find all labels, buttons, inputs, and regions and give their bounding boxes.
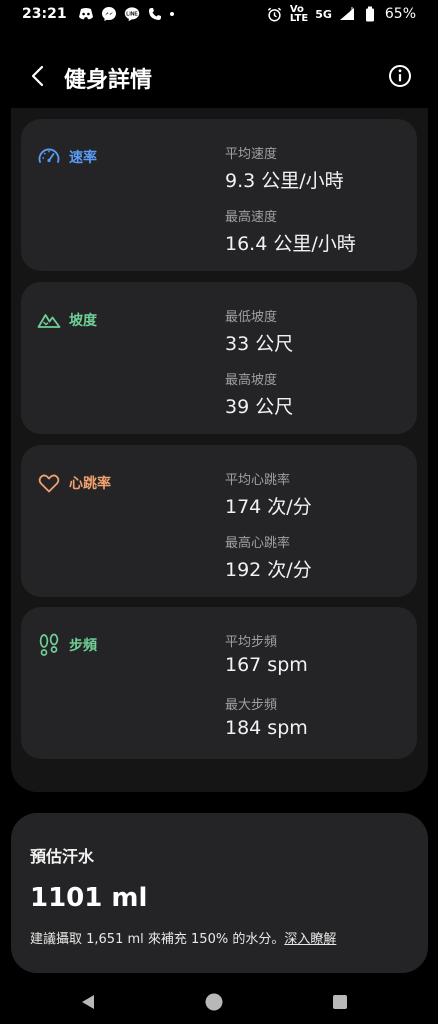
page-title: 健身詳情 [64, 68, 153, 93]
circle-home-icon [205, 993, 223, 1011]
metric-label-cadence: 步頻 [37, 633, 97, 657]
stat-label: 平均速度 [225, 147, 278, 162]
battery-percentage: 65% [384, 6, 416, 22]
metric-name: 步頻 [69, 638, 97, 654]
nav-home-button[interactable] [202, 990, 226, 1014]
stat-avg-heart-rate: 平均心跳率 174 次/分 [225, 469, 312, 519]
volte-bottom: LTE [289, 13, 309, 24]
info-icon [389, 65, 411, 87]
back-button[interactable] [24, 62, 52, 90]
metric-label-heart-rate: 心跳率 [37, 471, 111, 495]
metric-card-speed: 速率 平均速度 9.3 公里/小時 最高速度 16.4 公里/小時 [21, 119, 417, 271]
stat-max-speed: 最高速度 16.4 公里/小時 [225, 206, 356, 256]
metric-name: 坡度 [69, 313, 97, 329]
stat-label: 平均步頻 [225, 635, 278, 650]
stat-max-heart-rate: 最高心跳率 192 次/分 [225, 532, 312, 582]
workout-detail-panel: 速率 平均速度 9.3 公里/小時 最高速度 16.4 公里/小時 坡度 最低坡… [11, 108, 428, 792]
sweat-note: 建議攝取 1,651 ml 來補充 150% 的水分。深入瞭解 [30, 928, 336, 947]
stat-avg-cadence: 平均步頻 167 spm [225, 631, 308, 676]
stat-label: 最高心跳率 [225, 536, 291, 551]
nav-recents-button[interactable] [328, 990, 352, 1014]
metric-label-speed: 速率 [37, 145, 97, 169]
metric-card-heart-rate: 心跳率 平均心跳率 174 次/分 最高心跳率 192 次/分 [21, 445, 417, 597]
svg-text:LINE: LINE [126, 11, 138, 17]
chevron-left-icon [31, 65, 44, 87]
line-icon: LINE [124, 6, 140, 22]
network-type: 5G [315, 7, 332, 21]
speedometer-icon [37, 145, 61, 169]
stat-max-cadence: 最大步頻 184 spm [225, 694, 308, 739]
stat-max-elevation: 最高坡度 39 公尺 [225, 369, 293, 419]
status-time: 23:21 [22, 6, 67, 22]
sweat-estimate-card: 預估汗水 1101 ml 建議攝取 1,651 ml 來補充 150% 的水分。… [11, 813, 428, 973]
system-nav-bar [0, 980, 438, 1024]
nav-back-button[interactable] [76, 990, 100, 1014]
stat-value: 39 公尺 [225, 396, 294, 418]
stat-label: 最高坡度 [225, 373, 278, 388]
metric-card-cadence: 步頻 平均步頻 167 spm 最大步頻 184 spm [21, 607, 417, 759]
stat-value: 184 spm [225, 717, 308, 739]
stat-value: 33 公尺 [225, 333, 294, 355]
page-header: 健身詳情 [0, 48, 438, 108]
metric-label-elevation: 坡度 [37, 308, 97, 332]
stat-label: 最大步頻 [225, 698, 278, 713]
heart-icon [37, 471, 61, 495]
sweat-note-text: 建議攝取 1,651 ml 來補充 150% 的水分。 [30, 932, 285, 947]
stat-value: 167 spm [225, 654, 308, 676]
triangle-back-icon [82, 995, 94, 1009]
footsteps-icon [37, 633, 61, 657]
square-recents-icon [333, 995, 347, 1009]
phone-icon [147, 6, 163, 22]
stat-value: 16.4 公里/小時 [225, 233, 356, 255]
alarm-icon [267, 6, 283, 22]
stat-label: 最高速度 [225, 210, 278, 225]
stat-value: 174 次/分 [225, 496, 312, 518]
metric-name: 心跳率 [69, 476, 111, 492]
stat-avg-speed: 平均速度 9.3 公里/小時 [225, 143, 344, 193]
sweat-value: 1101 ml [30, 883, 148, 913]
stat-value: 9.3 公里/小時 [225, 170, 344, 192]
status-bar: 23:21 LINE Vo LTE 5G 65% [0, 0, 438, 28]
discord-icon [78, 6, 94, 22]
stat-label: 最低坡度 [225, 310, 278, 325]
stat-label: 平均心跳率 [225, 473, 291, 488]
mountain-icon [37, 308, 61, 332]
metric-name: 速率 [69, 150, 97, 166]
learn-more-link[interactable]: 深入瞭解 [284, 932, 336, 947]
messenger-icon [101, 6, 117, 22]
status-left: 23:21 LINE [22, 6, 174, 22]
signal-icon [339, 6, 355, 22]
info-button[interactable] [388, 64, 412, 88]
status-right: Vo LTE 5G 65% [267, 5, 416, 24]
battery-icon [362, 6, 378, 22]
stat-value: 192 次/分 [225, 559, 312, 581]
metric-card-elevation: 坡度 最低坡度 33 公尺 最高坡度 39 公尺 [21, 282, 417, 434]
notification-dot-icon [169, 12, 174, 16]
stat-min-elevation: 最低坡度 33 公尺 [225, 306, 293, 356]
sweat-title: 預估汗水 [30, 847, 95, 866]
volte-indicator: Vo LTE [289, 5, 309, 24]
